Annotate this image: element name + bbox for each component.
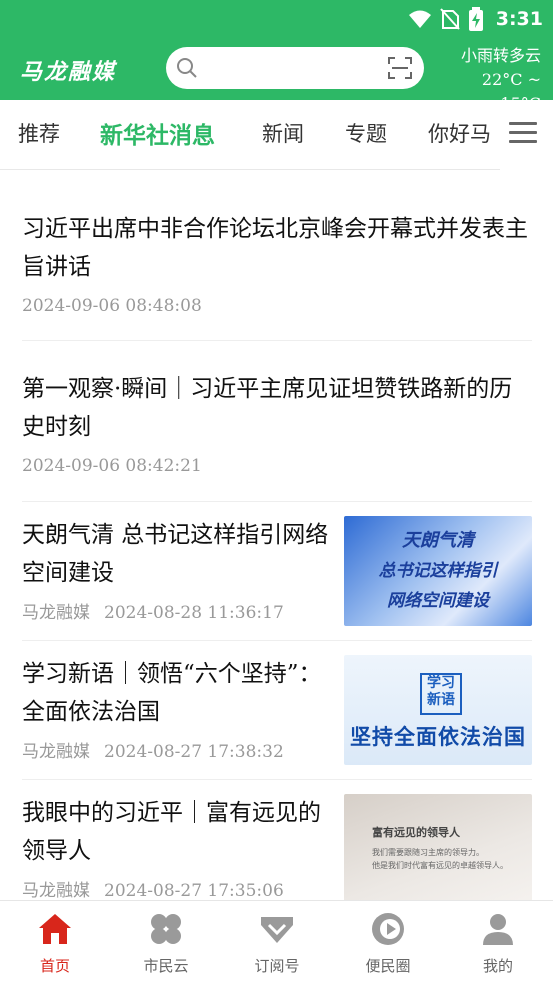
news-time: 2024-08-28 11:36:17: [104, 603, 284, 623]
diamond-icon: [261, 917, 293, 943]
status-bar: 3:31: [0, 0, 553, 38]
nav-label: 我的: [482, 957, 513, 975]
no-sim-icon: [439, 8, 460, 30]
divider: [22, 340, 532, 341]
battery-charging-icon: [468, 7, 483, 31]
nav-citizen-cloud[interactable]: 市民云: [111, 911, 221, 976]
scan-icon[interactable]: [388, 57, 412, 79]
news-item[interactable]: 习近平出席中非合作论坛北京峰会开幕式并发表主旨讲话 2024-09-06 08:…: [22, 210, 532, 316]
news-title: 天朗气清 总书记这样指引网络空间建设: [22, 522, 329, 586]
thumb-text-line: 天朗气清: [402, 530, 474, 551]
news-time: 2024-09-06 08:48:08: [22, 296, 202, 316]
thumb-text-line: 网络空间建设: [387, 591, 489, 611]
news-thumbnail: 天朗气清 总书记这样指引 网络空间建设: [344, 516, 532, 626]
news-item[interactable]: 天朗气清 总书记这样指引网络空间建设 马龙融媒 2024-08-28 11:36:…: [22, 516, 532, 628]
tab-hello-ma[interactable]: 你好马: [428, 118, 491, 148]
status-icons: 3:31: [408, 6, 543, 32]
news-title: 第一观察·瞬间｜习近平主席见证坦赞铁路新的历史时刻: [22, 376, 513, 440]
news-thumbnail: 富有远见的领导人 我们需要跟随习主席的领导力。 他是我们时代富有远见的卓越领导人…: [344, 794, 532, 904]
status-time: 3:31: [495, 8, 543, 30]
channel-tabs: 推荐 新华社消息 新闻 专题 你好马: [0, 100, 553, 170]
news-time: 2024-08-27 17:38:32: [104, 742, 284, 762]
tabs-divider: [0, 169, 500, 170]
news-time: 2024-08-27 17:35:06: [104, 881, 284, 901]
news-thumbnail: 学习新语 坚持全面依法治国: [344, 655, 532, 765]
nav-home[interactable]: 首页: [0, 911, 110, 976]
nav-label: 便民圈: [365, 957, 411, 975]
thumb-seal: 学习新语: [420, 673, 462, 715]
news-title: 习近平出席中非合作论坛北京峰会开幕式并发表主旨讲话: [22, 216, 528, 280]
news-source: 马龙融媒: [22, 603, 90, 623]
tab-recommend[interactable]: 推荐: [18, 118, 60, 148]
search-icon: [177, 58, 197, 78]
bottom-nav: 首页 市民云 订阅号 便民圈 我的: [0, 900, 553, 984]
thumb-heading: 富有远见的领导人: [372, 826, 460, 839]
news-time: 2024-09-06 08:42:21: [22, 456, 202, 476]
search-box[interactable]: [166, 47, 424, 89]
search-input[interactable]: [206, 53, 376, 83]
menu-icon[interactable]: [509, 122, 537, 146]
news-item[interactable]: 学习新语｜领悟“六个坚持”：全面依法治国 马龙融媒 2024-08-27 17:3…: [22, 655, 532, 767]
divider: [22, 779, 532, 780]
wifi-icon: [408, 10, 431, 28]
news-source: 马龙融媒: [22, 881, 90, 901]
thumb-text-line: 总书记这样指引: [378, 561, 498, 581]
thumb-caption: 坚持全面依法治国: [350, 725, 526, 749]
app-logo: 马龙融媒: [20, 59, 117, 85]
news-title: 学习新语｜领悟“六个坚持”：全面依法治国: [22, 661, 322, 725]
nav-label: 市民云: [143, 957, 189, 975]
nav-label: 首页: [39, 957, 70, 975]
play-circle-icon: [372, 913, 404, 945]
user-icon: [483, 914, 513, 945]
divider: [22, 501, 532, 502]
tab-topics[interactable]: 专题: [345, 118, 387, 148]
nav-convenience[interactable]: 便民圈: [333, 911, 443, 976]
thumb-sub-line: 我们需要跟随习主席的领导力。: [372, 848, 484, 857]
thumb-sub-line: 他是我们时代富有远见的卓越领导人。: [372, 861, 508, 870]
news-source: 马龙融媒: [22, 742, 90, 762]
news-title: 我眼中的习近平｜富有远见的领导人: [22, 800, 321, 864]
tab-news[interactable]: 新闻: [262, 118, 304, 148]
divider: [22, 640, 532, 641]
news-meta: 2024-09-06 08:48:08: [22, 296, 532, 316]
thumb-sub: 我们需要跟随习主席的领导力。 他是我们时代富有远见的卓越领导人。: [372, 846, 508, 872]
nav-subscriptions[interactable]: 订阅号: [222, 911, 332, 976]
weather-desc: 小雨转多云: [460, 46, 541, 65]
clover-icon: [151, 914, 181, 944]
app-header: 3:31 马龙融媒 小雨转多云 22°C ~ 15°C: [0, 0, 553, 113]
tab-xinhua[interactable]: 新华社消息: [100, 116, 215, 150]
news-item[interactable]: 第一观察·瞬间｜习近平主席见证坦赞铁路新的历史时刻 2024-09-06 08:…: [22, 370, 532, 476]
home-icon: [39, 914, 71, 944]
nav-label: 订阅号: [254, 957, 300, 975]
news-meta: 2024-09-06 08:42:21: [22, 456, 532, 476]
nav-mine[interactable]: 我的: [443, 911, 553, 976]
news-item[interactable]: 我眼中的习近平｜富有远见的领导人 马龙融媒 2024-08-27 17:35:06…: [22, 794, 532, 906]
